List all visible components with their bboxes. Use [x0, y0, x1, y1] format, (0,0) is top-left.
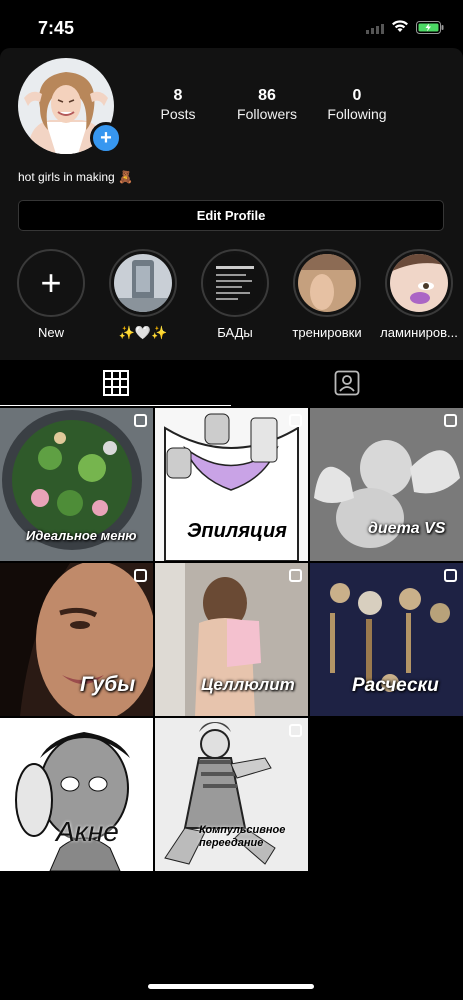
- stat-posts[interactable]: 8 Posts: [158, 87, 198, 123]
- highlight-label: New: [37, 325, 64, 340]
- carousel-icon: [444, 569, 457, 582]
- post-caption: Расчески: [352, 675, 439, 696]
- following-count: 0: [352, 87, 362, 104]
- new-highlight-ring: +: [17, 249, 85, 317]
- following-label: Following: [327, 106, 387, 122]
- highlight-ring: [293, 249, 361, 317]
- post-image: [0, 718, 153, 871]
- status-bar: 7:45: [0, 0, 463, 50]
- carousel-icon: [134, 569, 147, 582]
- highlight-label: ✨🤍✨: [118, 325, 168, 340]
- posts-label: Posts: [160, 106, 196, 122]
- highlight-cover: [390, 254, 448, 312]
- post-caption: Целлюлит: [201, 675, 295, 694]
- profile-tabs: [0, 360, 463, 407]
- post-tile[interactable]: Губы: [0, 563, 153, 716]
- tagged-icon: [334, 370, 359, 396]
- carousel-icon: [134, 414, 147, 427]
- post-caption: Эпиляция: [187, 520, 287, 542]
- highlight-label: БАДы: [217, 325, 253, 340]
- battery-icon: [416, 21, 444, 34]
- plus-icon: +: [40, 262, 62, 303]
- followers-count: 86: [258, 87, 276, 104]
- active-tab-indicator: [0, 405, 231, 406]
- add-story-button[interactable]: +: [90, 122, 122, 154]
- post-tile[interactable]: Расчески: [310, 563, 463, 716]
- tab-tagged[interactable]: [231, 360, 462, 406]
- post-tile[interactable]: Эпиляция: [155, 408, 308, 561]
- carousel-icon: [289, 724, 302, 737]
- stat-followers[interactable]: 86 Followers: [232, 87, 302, 123]
- post-image: [310, 408, 463, 561]
- post-caption: Акне: [56, 816, 119, 847]
- post-caption: Идеальное меню: [26, 528, 137, 543]
- wifi-icon: [392, 20, 408, 32]
- post-caption: диета VS: [368, 520, 446, 537]
- carousel-icon: [289, 414, 302, 427]
- highlight-ring: [109, 249, 177, 317]
- stat-following[interactable]: 0 Following: [324, 87, 390, 123]
- home-indicator: [148, 984, 314, 989]
- highlight-label: тренировки: [292, 325, 362, 340]
- highlight-cover: [298, 254, 356, 312]
- post-tile[interactable]: диета VS: [310, 408, 463, 561]
- highlight-new[interactable]: + New: [15, 249, 87, 340]
- post-caption: Губы: [80, 673, 136, 696]
- highlight-label: ламиниров...: [380, 325, 458, 340]
- highlight-ring: [201, 249, 269, 317]
- carousel-icon: [444, 414, 457, 427]
- highlight-item[interactable]: БАДы: [199, 249, 271, 340]
- highlight-cover: [206, 254, 264, 312]
- posts-count: 8: [173, 87, 183, 104]
- highlight-ring: [385, 249, 453, 317]
- post-tile[interactable]: Компульсивное переедание: [155, 718, 308, 871]
- highlight-item[interactable]: ламиниров...: [380, 249, 458, 340]
- carousel-icon: [289, 569, 302, 582]
- edit-profile-button[interactable]: Edit Profile: [18, 200, 444, 231]
- highlight-cover: [114, 254, 172, 312]
- grid-icon: [102, 370, 129, 396]
- highlight-item[interactable]: ✨🤍✨: [107, 249, 179, 341]
- status-time: 7:45: [38, 18, 75, 38]
- post-tile[interactable]: Идеальное меню: [0, 408, 153, 561]
- bio-text: hot girls in making 🧸: [18, 170, 133, 184]
- highlight-item[interactable]: тренировки: [291, 249, 363, 340]
- followers-label: Followers: [237, 106, 297, 122]
- post-tile[interactable]: Акне: [0, 718, 153, 871]
- post-tile[interactable]: Целлюлит: [155, 563, 308, 716]
- post-caption: Компульсивное переедание: [199, 824, 286, 849]
- signal-icon: [366, 24, 384, 34]
- tab-posts-grid[interactable]: [0, 360, 231, 406]
